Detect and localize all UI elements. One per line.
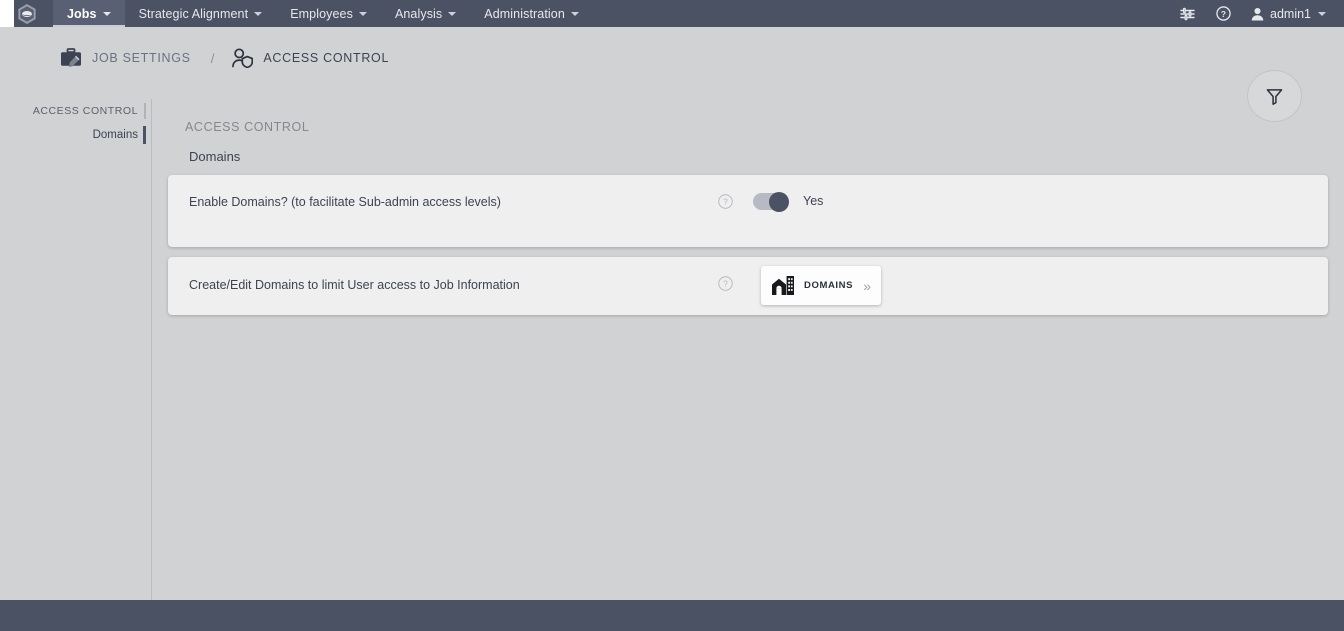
nav-item-jobs[interactable]: Jobs — [53, 0, 125, 27]
sidebar-item-domains[interactable]: Domains — [0, 123, 151, 147]
nav-item-administration[interactable]: Administration — [470, 0, 593, 27]
top-navigation-bar: Jobs Strategic Alignment Employees Analy… — [0, 0, 1344, 27]
enable-domains-toggle[interactable] — [753, 191, 789, 212]
sidebar-active-indicator — [143, 126, 146, 144]
sidebar-heading-label: ACCESS CONTROL — [32, 105, 138, 117]
nav-item-label: Strategic Alignment — [138, 6, 249, 21]
chevron-down-icon — [358, 11, 367, 16]
breadcrumb: JOB SETTINGS / ACCESS CONTROL — [60, 48, 389, 68]
chevron-down-icon — [1318, 11, 1326, 16]
question-circle-icon[interactable]: ? — [718, 276, 733, 291]
chevron-down-icon — [448, 11, 457, 16]
toggle-knob — [769, 191, 789, 212]
svg-text:?: ? — [723, 279, 728, 289]
sidebar-heading-access-control[interactable]: ACCESS CONTROL — [0, 99, 151, 123]
chevron-down-icon — [254, 11, 263, 16]
sidebar-item-label: Domains — [92, 129, 138, 141]
breadcrumb-parent-label: JOB SETTINGS — [92, 51, 191, 65]
svg-text:?: ? — [723, 197, 728, 207]
user-avatar-icon — [1251, 7, 1264, 20]
question-circle-icon[interactable]: ? — [718, 194, 733, 209]
footer-bar — [0, 600, 1344, 631]
settings-sliders-button[interactable] — [1169, 0, 1205, 27]
left-sidebar: ACCESS CONTROL Domains — [0, 99, 152, 600]
setting-label: Create/Edit Domains to limit User access… — [189, 278, 520, 292]
breadcrumb-item-access-control[interactable]: ACCESS CONTROL — [232, 48, 389, 68]
navbar-left-group: Jobs Strategic Alignment Employees Analy… — [0, 0, 593, 27]
user-menu[interactable]: admin1 — [1241, 7, 1332, 21]
sliders-icon — [1179, 7, 1195, 20]
navbar-right-group: ? admin1 — [1169, 0, 1344, 27]
setting-label: Enable Domains? (to facilitate Sub-admin… — [189, 195, 501, 209]
setting-card-create-edit-domains: Create/Edit Domains to limit User access… — [168, 257, 1328, 315]
help-button[interactable]: ? — [1205, 0, 1241, 27]
nav-item-strategic-alignment[interactable]: Strategic Alignment — [125, 0, 277, 27]
username-label: admin1 — [1270, 6, 1311, 21]
page-title: ACCESS CONTROL — [185, 120, 310, 134]
setting-card-enable-domains: Enable Domains? (to facilitate Sub-admin… — [168, 175, 1328, 247]
breadcrumb-item-job-settings[interactable]: JOB SETTINGS — [60, 48, 191, 68]
main-content: ACCESS CONTROL Domains Enable Domains? (… — [152, 99, 1344, 600]
nav-item-label: Employees — [290, 6, 353, 21]
briefcase-edit-icon — [61, 48, 81, 67]
building-home-icon — [772, 276, 794, 295]
user-shield-icon — [232, 48, 254, 68]
chevron-down-icon — [102, 11, 111, 16]
nav-item-label: Analysis — [394, 6, 443, 21]
nav-item-label: Jobs — [67, 6, 97, 21]
application-root: Jobs Strategic Alignment Employees Analy… — [0, 0, 1344, 631]
chevron-down-icon — [570, 11, 579, 16]
breadcrumb-separator: / — [210, 50, 215, 66]
toggle-value-label: Yes — [803, 194, 824, 208]
svg-text:?: ? — [1220, 9, 1225, 19]
question-circle-icon: ? — [1215, 6, 1231, 21]
page-subtitle: Domains — [189, 149, 241, 164]
nav-item-label: Administration — [484, 6, 565, 21]
nav-item-analysis[interactable]: Analysis — [381, 0, 470, 27]
double-chevron-right-icon: » — [863, 277, 871, 294]
hexagon-logo-icon — [17, 3, 36, 24]
corner-notch — [0, 0, 14, 27]
setting-row: Enable Domains? (to facilitate Sub-admin… — [168, 175, 1328, 247]
page-header: JOB SETTINGS / ACCESS CONTROL — [0, 27, 1344, 122]
domains-button[interactable]: DOMAINS » — [761, 266, 881, 305]
breadcrumb-current-label: ACCESS CONTROL — [263, 51, 390, 65]
setting-row: Create/Edit Domains to limit User access… — [168, 257, 1328, 315]
domains-button-label: DOMAINS — [804, 280, 854, 291]
sidebar-heading-indicator — [144, 103, 146, 119]
nav-item-employees[interactable]: Employees — [276, 0, 381, 27]
